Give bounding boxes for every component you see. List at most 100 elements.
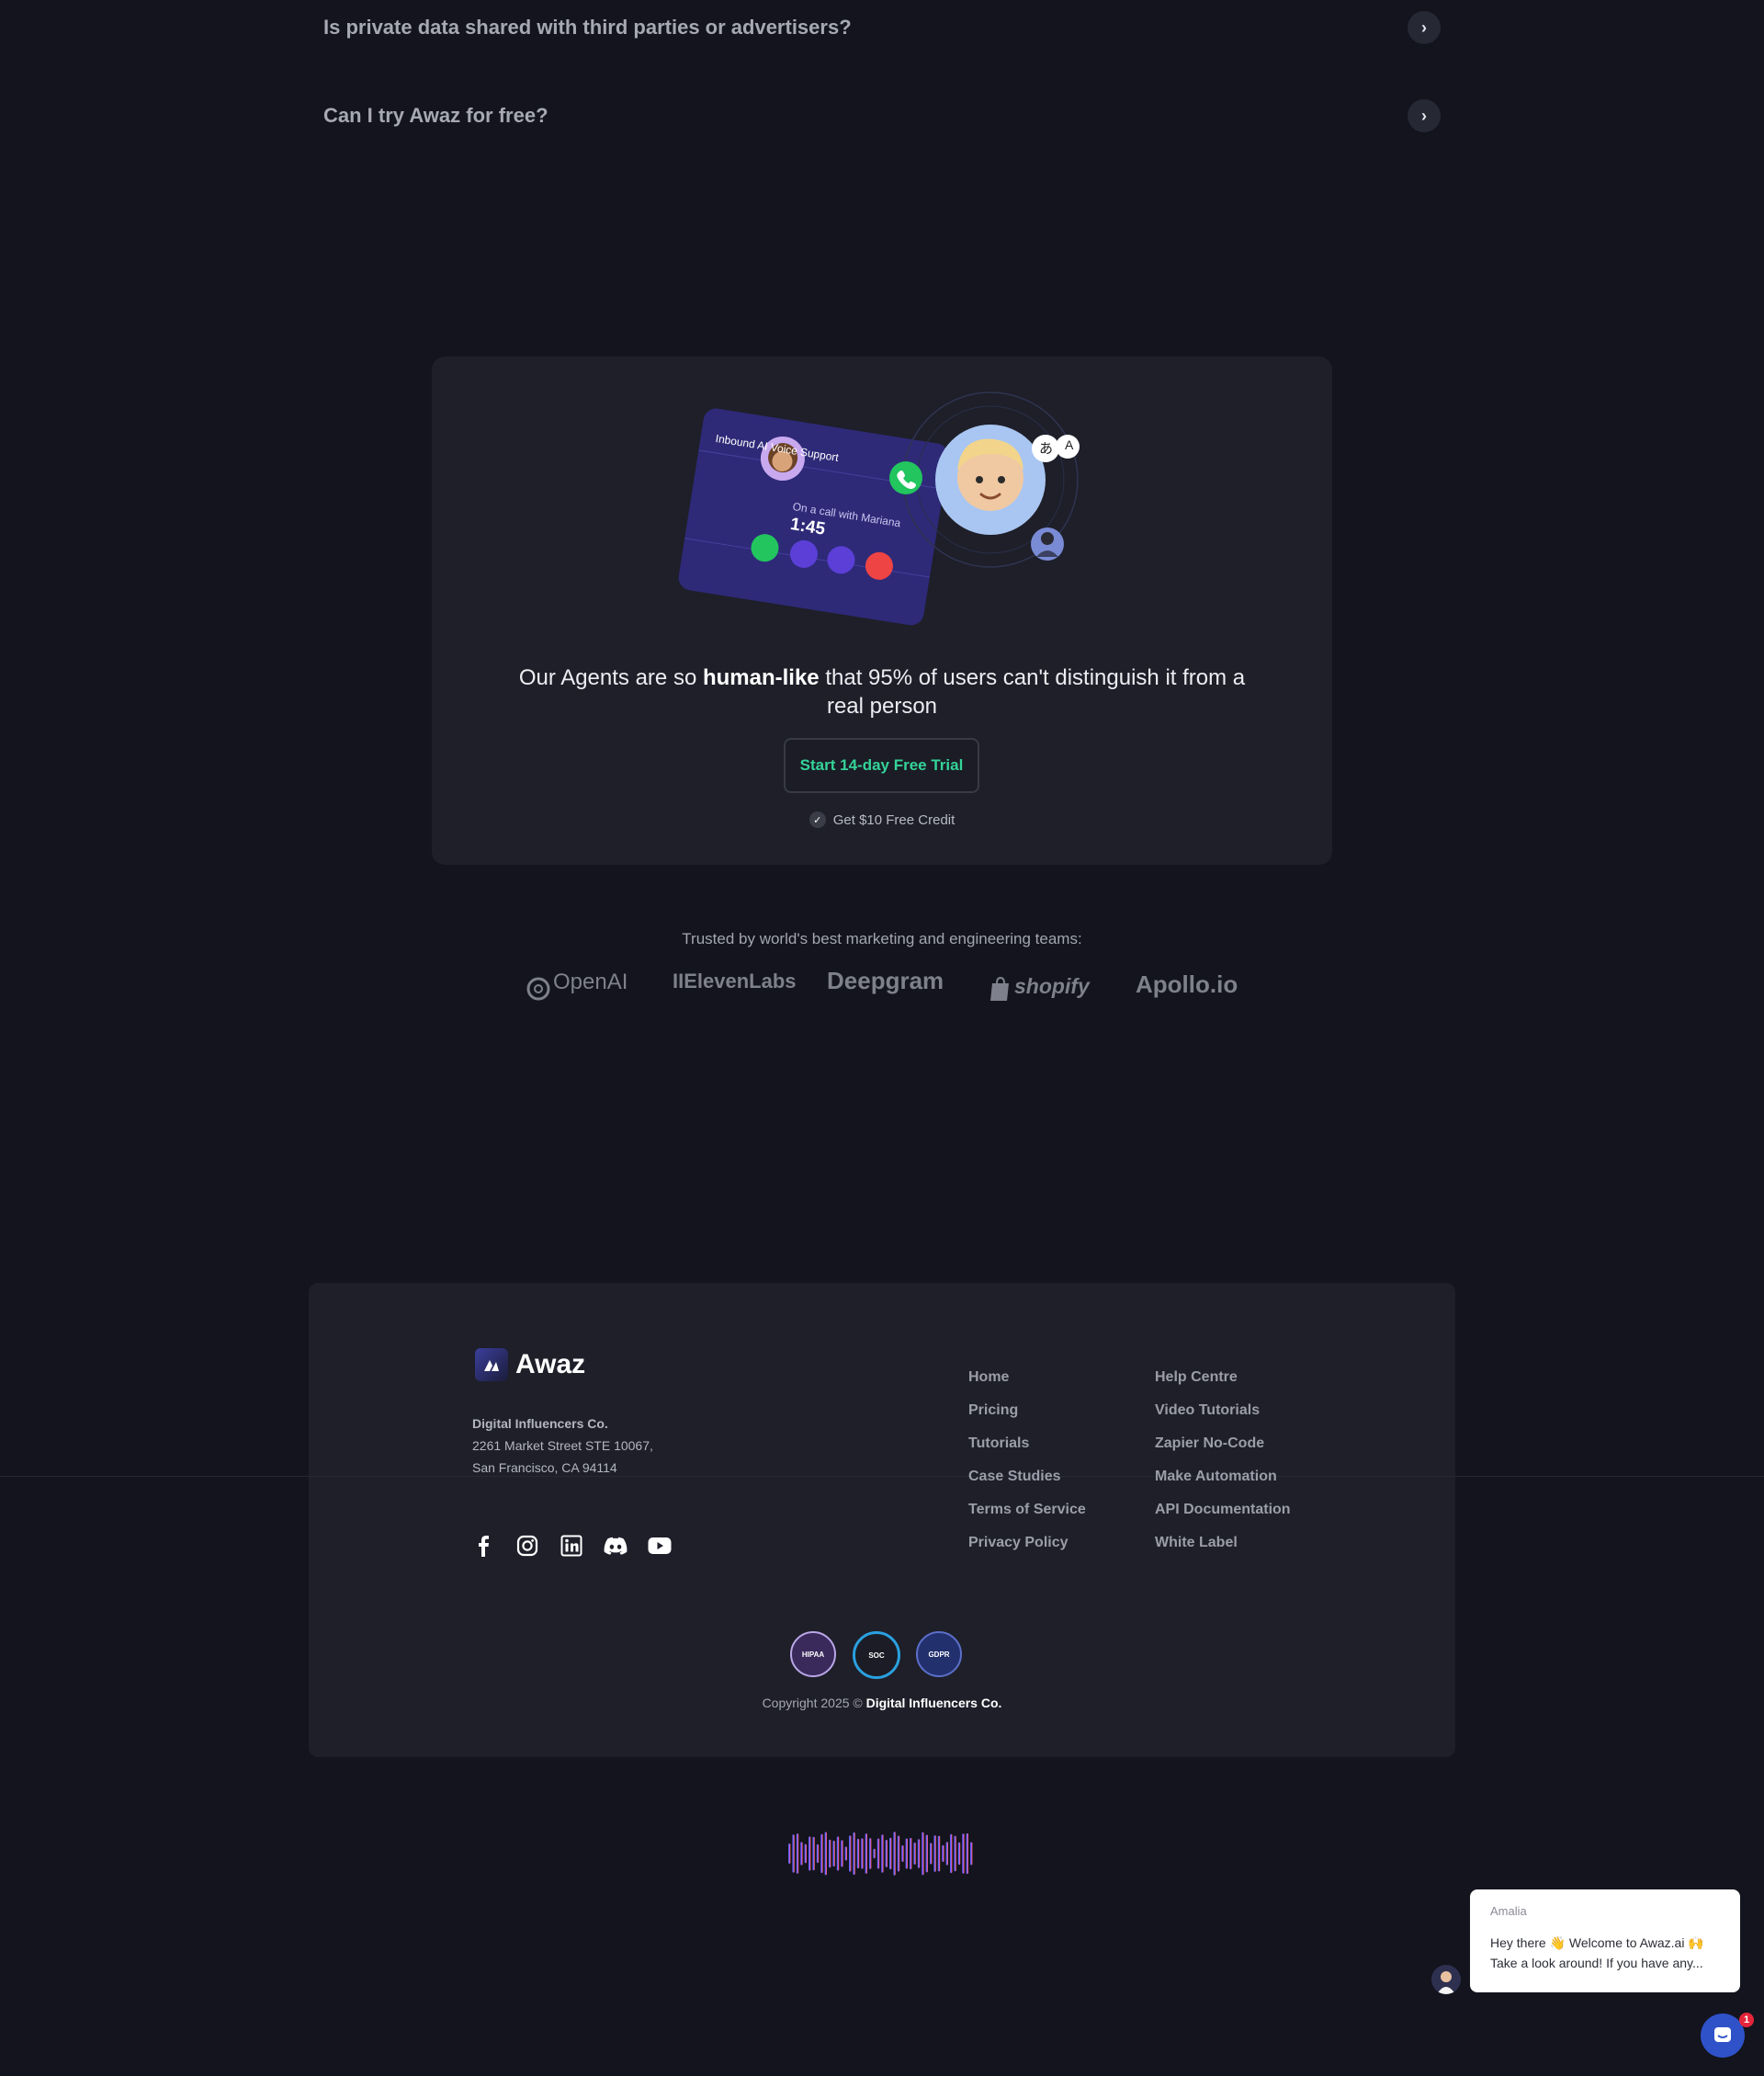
footer-link-make-automation[interactable]: Make Automation (1155, 1469, 1277, 1485)
footer-link-zapier[interactable]: Zapier No-Code (1155, 1435, 1264, 1452)
chat-preview-bubble[interactable]: Amalia Hey there 👋 Welcome to Awaz.ai 🙌 … (1470, 1889, 1740, 1992)
waveform-bar (824, 1832, 827, 1876)
footer-link-terms[interactable]: Terms of Service (968, 1502, 1086, 1518)
waveform-bar (881, 1834, 884, 1873)
faq-item[interactable]: Can I try Awaz for free? › (323, 88, 1441, 143)
waveform-bar (853, 1832, 855, 1876)
waveform-bar (905, 1838, 908, 1869)
shopify-logo: shopify (1014, 974, 1090, 998)
start-free-trial-button[interactable]: Start 14-day Free Trial (784, 738, 979, 793)
waveform-bar (962, 1833, 965, 1874)
waveform-bar (816, 1843, 820, 1864)
waveform-bar (937, 1835, 941, 1872)
chat-message: Hey there 👋 Welcome to Awaz.ai 🙌 Take a … (1490, 1935, 1704, 1970)
faq-item[interactable]: Is private data shared with third partie… (323, 0, 1441, 55)
deepgram-logo: Deepgram (827, 967, 944, 994)
waveform-bar (804, 1843, 807, 1864)
waveform-bar (933, 1835, 936, 1872)
waveform-bar (788, 1843, 791, 1864)
soc-badge: SOC (853, 1631, 900, 1679)
brand-name: Awaz (515, 1349, 586, 1379)
waveform-bar (945, 1842, 948, 1866)
waveform-bar (901, 1844, 904, 1863)
trusted-by-label: Trusted by world's best marketing and en… (682, 930, 1082, 947)
free-credit-label: Get $10 Free Credit (832, 811, 956, 828)
footer-link-tutorials[interactable]: Tutorials (968, 1435, 1029, 1452)
footer-link-video-tutorials[interactable]: Video Tutorials (1155, 1402, 1260, 1419)
openai-logo: OpenAI (553, 970, 628, 994)
waveform-bar (913, 1843, 916, 1865)
waveform-bar (954, 1835, 956, 1872)
waveform-bar (812, 1836, 815, 1871)
footer-link-case-studies[interactable]: Case Studies (968, 1469, 1060, 1485)
waveform-bar (873, 1848, 876, 1859)
audio-waveform-graphic (788, 1832, 973, 1876)
waveform-bar (841, 1840, 843, 1867)
waveform-bar (922, 1832, 924, 1876)
waveform-bar (917, 1839, 921, 1868)
waveform-bar (950, 1833, 953, 1874)
chat-launcher-button[interactable] (1701, 2014, 1745, 2058)
footer-link-white-label[interactable]: White Label (1155, 1535, 1238, 1551)
waveform-bar (808, 1836, 811, 1871)
waveform-bar (925, 1834, 928, 1873)
shopify-bag-icon (990, 976, 1009, 1001)
waveform-bar (800, 1842, 803, 1866)
address-line-2: San Francisco, CA 94114 (472, 1460, 617, 1475)
check-icon: ✓ (808, 811, 826, 828)
elevenlabs-logo: IIElevenLabs (673, 970, 797, 993)
company-name: Digital Influencers Co. (472, 1416, 608, 1431)
copyright: Copyright 2025 © Digital Influencers Co. (762, 1696, 1002, 1710)
faq-question: Is private data shared with third partie… (323, 16, 852, 39)
faq-question: Can I try Awaz for free? (323, 104, 548, 127)
waveform-bar (897, 1835, 900, 1872)
waveform-bar (957, 1842, 961, 1866)
waveform-bar (829, 1839, 831, 1868)
cta-headline: Our Agents are so human-like that 95% of… (518, 665, 1246, 719)
awaz-logo[interactable]: Awaz (475, 1348, 585, 1381)
waveform-bar (832, 1840, 835, 1867)
waveform-bar (910, 1837, 912, 1870)
waveform-bar (893, 1832, 896, 1876)
waveform-bar (849, 1835, 852, 1872)
footer-link-api-docs[interactable]: API Documentation (1155, 1502, 1291, 1518)
waveform-bar (861, 1838, 864, 1869)
apollo-logo: Apollo.io (1136, 970, 1238, 998)
chat-agent-avatar (1431, 1965, 1461, 1994)
openai-logo-icon (526, 977, 550, 1001)
chat-agent-name: Amalia (1490, 1904, 1527, 1918)
waveform-bar (796, 1833, 799, 1874)
chevron-right-icon[interactable]: › (1408, 11, 1441, 44)
address-line-1: 2261 Market Street STE 10067, (472, 1438, 653, 1453)
footer-link-privacy[interactable]: Privacy Policy (968, 1535, 1069, 1551)
waveform-bar (876, 1838, 880, 1869)
gdpr-badge: GDPR (916, 1631, 962, 1677)
footer-link-help-centre[interactable]: Help Centre (1155, 1369, 1238, 1386)
waveform-bar (856, 1838, 860, 1869)
linkedin-icon[interactable] (559, 1533, 584, 1559)
divider (0, 1476, 1764, 1477)
waveform-bar (836, 1836, 840, 1871)
waveform-bar (865, 1833, 867, 1874)
facebook-icon[interactable] (470, 1533, 496, 1559)
footer-link-pricing[interactable]: Pricing (968, 1402, 1018, 1419)
waveform-bar (820, 1833, 823, 1874)
instagram-icon[interactable] (514, 1533, 540, 1559)
waveform-bar (970, 1842, 973, 1866)
waveform-bar (792, 1834, 795, 1873)
chat-icon (1714, 2027, 1731, 2042)
translate-icon: あ (1039, 441, 1054, 457)
translate-icon: A (1065, 437, 1074, 452)
chevron-right-icon[interactable]: › (1408, 99, 1441, 132)
waveform-bar (930, 1843, 933, 1865)
footer-link-home[interactable]: Home (968, 1369, 1009, 1386)
waveform-bar (844, 1846, 847, 1861)
waveform-bar (966, 1832, 968, 1875)
discord-icon[interactable] (603, 1533, 628, 1559)
unread-count-badge: 1 (1739, 2013, 1754, 2027)
waveform-bar (885, 1840, 888, 1867)
youtube-icon[interactable] (647, 1533, 673, 1559)
waveform-bar (869, 1838, 872, 1869)
free-credit-note: ✓ Get $10 Free Credit (514, 811, 1250, 828)
awaz-logo-icon (475, 1348, 508, 1381)
